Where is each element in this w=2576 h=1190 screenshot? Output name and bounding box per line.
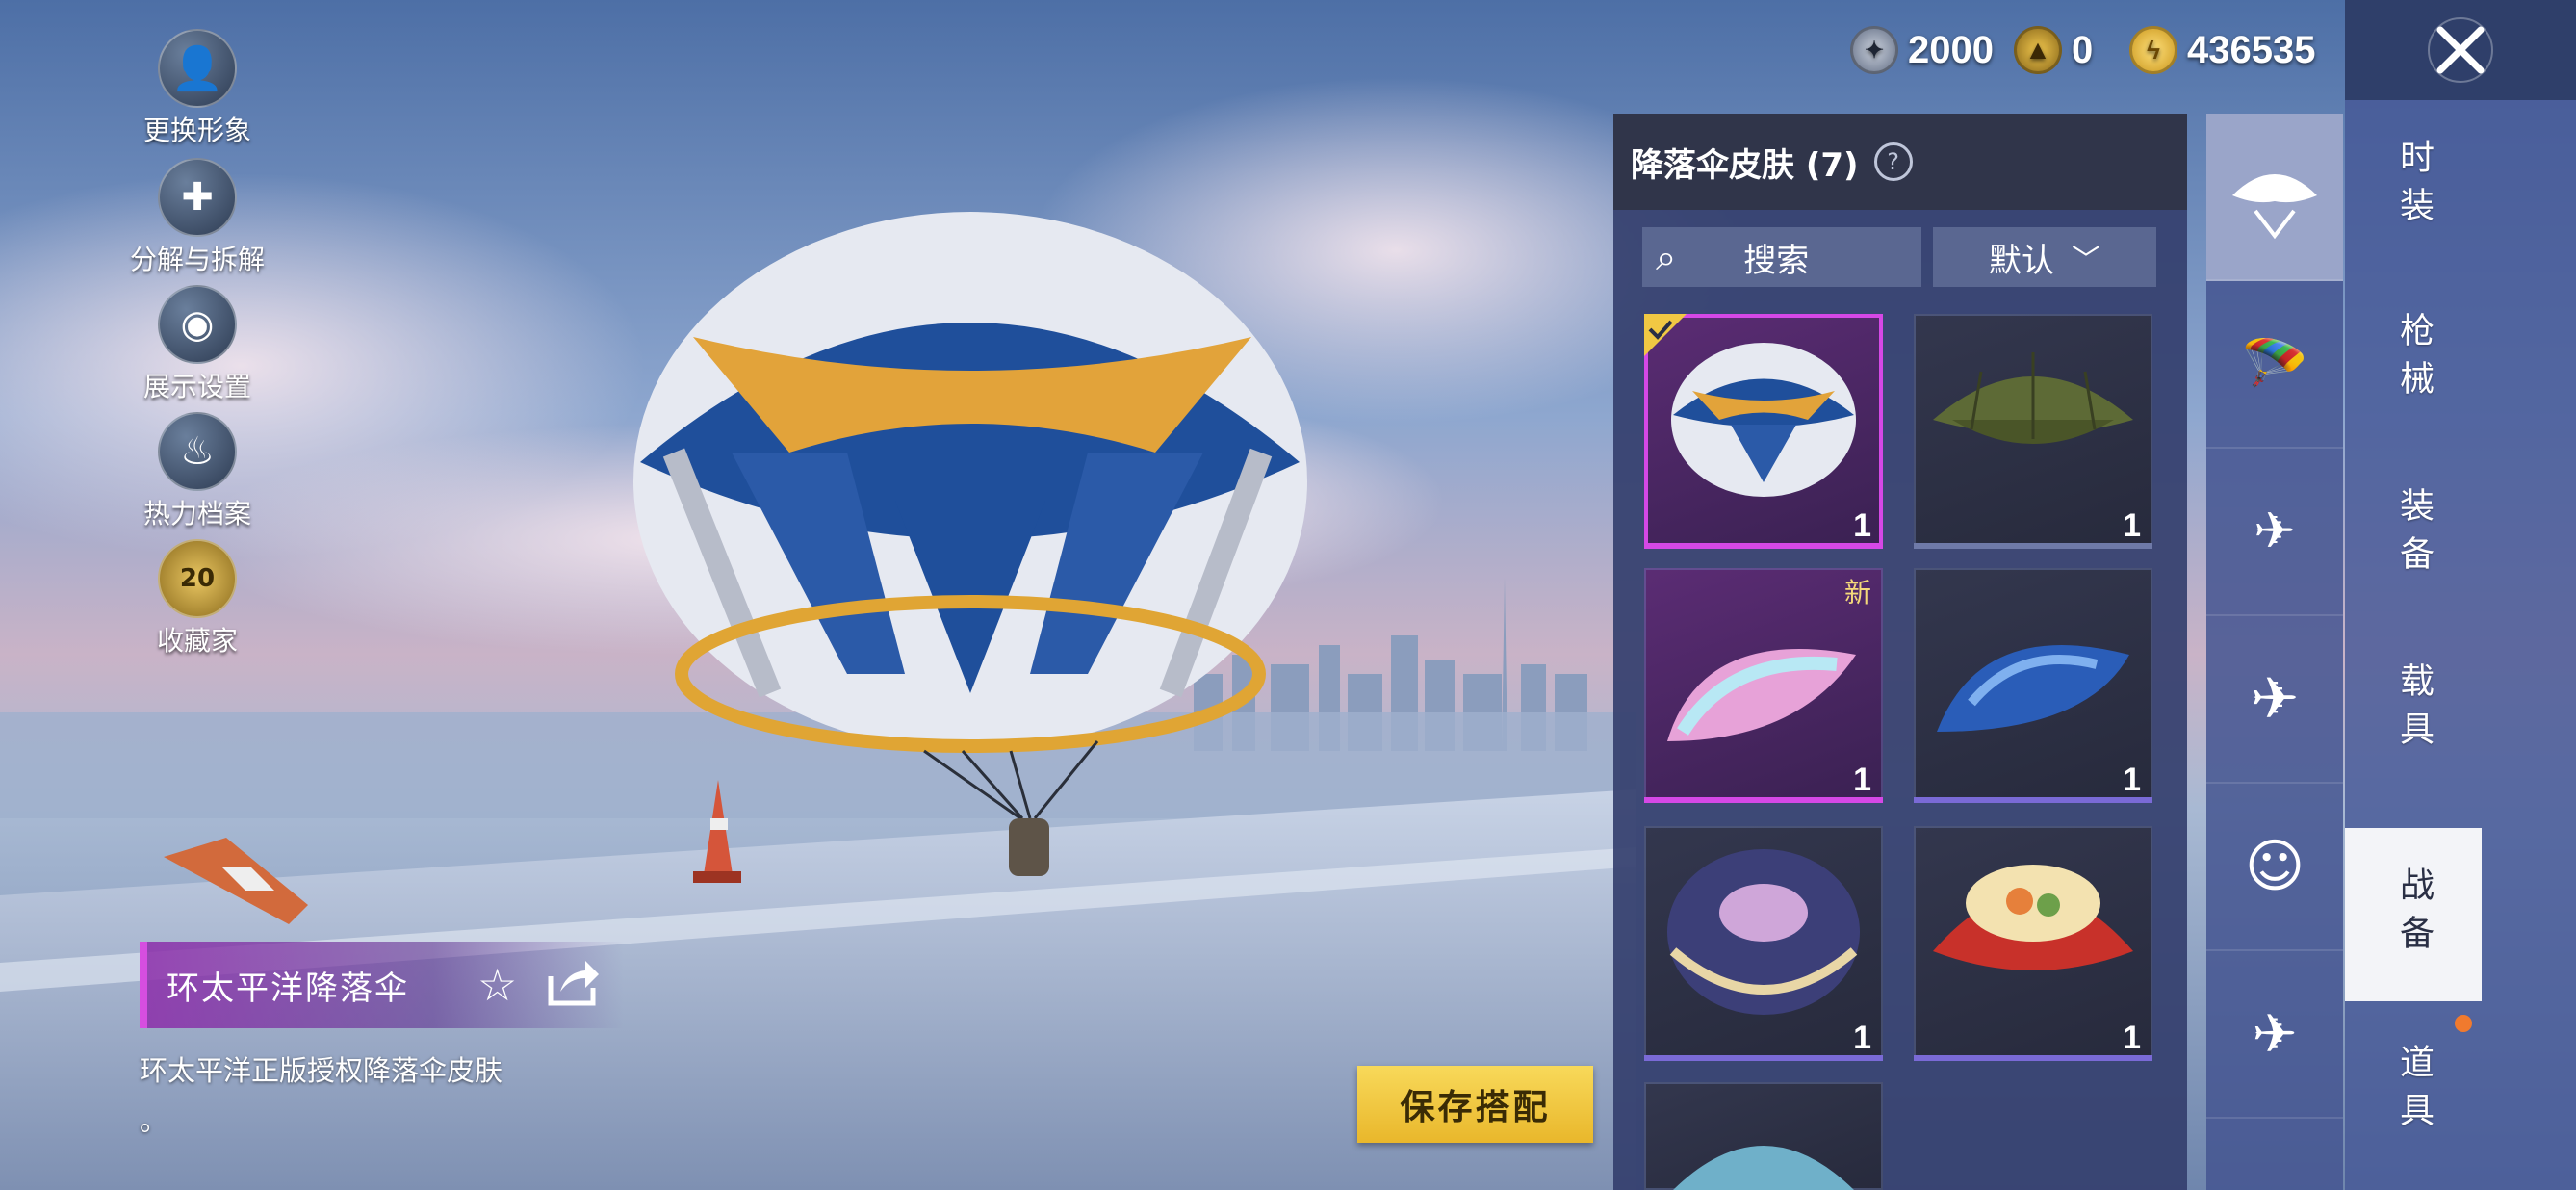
silver-value: 2000 bbox=[1908, 28, 1994, 71]
heat-archive-label: 热力档案 bbox=[142, 498, 251, 530]
collector-badge-icon: 20 bbox=[158, 539, 237, 618]
save-outfit-button[interactable]: 保存搭配 bbox=[1357, 1066, 1593, 1143]
blue-camo-parachute-icon bbox=[1937, 645, 2129, 732]
chevron-down-icon: ﹀ bbox=[2072, 244, 2100, 277]
parachute-panel: 降落伞皮肤 (7) ? ⌕ 搜索 默认 ﹀ 1 1 新 1 1 1 1 bbox=[1613, 114, 2187, 1190]
olive-parachute-icon bbox=[1933, 352, 2133, 444]
collector-level: 20 bbox=[179, 564, 216, 593]
star-icon: ☆ bbox=[477, 959, 518, 1011]
plane-icon: ✈ bbox=[2250, 665, 2300, 733]
item-count: 1 bbox=[2123, 1020, 2141, 1056]
drone-icon: ✈ bbox=[2254, 503, 2296, 560]
inventory-card-dragon-dome[interactable]: 1 bbox=[1644, 826, 1883, 1061]
silver-coin-icon: ✦ bbox=[1850, 26, 1898, 74]
change-avatar-button[interactable]: 👤 更换形象 bbox=[125, 29, 270, 148]
check-icon bbox=[1644, 314, 1687, 356]
tab-glider[interactable]: ✈ bbox=[2206, 951, 2343, 1119]
new-tag: 新 bbox=[1843, 577, 1871, 608]
sort-label: 默认 bbox=[1989, 241, 2054, 280]
decompose-label: 分解与拆解 bbox=[129, 244, 265, 275]
close-button[interactable] bbox=[2345, 0, 2576, 100]
rarity-bar bbox=[1914, 543, 2152, 549]
help-icon[interactable]: ? bbox=[1873, 142, 1913, 181]
inventory-card-blue-camo[interactable]: 1 bbox=[1914, 568, 2152, 803]
display-settings-label: 展示设置 bbox=[142, 371, 251, 402]
dragon-dome-parachute-icon bbox=[1667, 849, 1860, 1015]
item-count: 1 bbox=[1853, 762, 1871, 798]
item-count: 1 bbox=[2123, 507, 2141, 544]
puzzle-icon: ✚ bbox=[158, 158, 237, 237]
inventory-card-sushi[interactable]: 1 bbox=[1914, 826, 2152, 1061]
eye-icon: ◉ bbox=[158, 285, 237, 364]
tab-emote[interactable]: ☺ bbox=[2206, 784, 2343, 951]
tab-parachute[interactable] bbox=[2206, 114, 2343, 281]
search-input[interactable]: ⌕ 搜索 bbox=[1642, 227, 1921, 287]
item-count: 1 bbox=[1853, 507, 1871, 544]
item-description: 环太平洋正版授权降落伞皮肤 。 bbox=[140, 1046, 502, 1146]
tab-plane[interactable]: ✈ bbox=[2206, 616, 2343, 784]
tab-equipment[interactable]: 装备 bbox=[2345, 449, 2482, 622]
inventory-card-partial[interactable] bbox=[1644, 1082, 1883, 1190]
search-label: 搜索 bbox=[1743, 241, 1810, 280]
achievement-currency: ▲ 0 bbox=[2014, 21, 2093, 79]
sushi-parachute-icon bbox=[1933, 865, 2133, 970]
tab-drone[interactable]: ✈ bbox=[2206, 449, 2343, 616]
rarity-bar bbox=[1644, 1055, 1883, 1061]
collector-button[interactable]: 20 收藏家 bbox=[125, 539, 270, 659]
tab-fashion[interactable]: 时装 bbox=[2345, 100, 2482, 273]
display-settings-button[interactable]: ◉ 展示设置 bbox=[125, 285, 270, 404]
item-description-line: 。 bbox=[140, 1104, 168, 1137]
parachute-icon bbox=[2232, 174, 2317, 240]
skydiver-icon: 🪂 bbox=[2241, 333, 2308, 396]
rarity-bar bbox=[1914, 1055, 2152, 1061]
tab-vehicles[interactable]: 载具 bbox=[2345, 624, 2482, 797]
item-count: 1 bbox=[1853, 1020, 1871, 1056]
panel-title: 降落伞皮肤 (7) bbox=[1631, 145, 1859, 185]
collector-label: 收藏家 bbox=[156, 625, 238, 657]
rarity-bar bbox=[1914, 797, 2152, 803]
heat-archive-button[interactable]: ♨ 热力档案 bbox=[125, 412, 270, 531]
item-title: 环太平洋降落伞 bbox=[167, 969, 409, 1008]
parachute-icon bbox=[1673, 1146, 1854, 1190]
sort-dropdown[interactable]: 默认 ﹀ bbox=[1933, 227, 2156, 287]
favorite-button[interactable]: ☆ bbox=[477, 959, 517, 1011]
share-button[interactable] bbox=[547, 959, 601, 1011]
change-avatar-label: 更换形象 bbox=[142, 115, 251, 146]
search-icon: ⌕ bbox=[1656, 235, 1677, 278]
achievement-value: 0 bbox=[2072, 28, 2094, 71]
gold-value: 436535 bbox=[2187, 28, 2316, 71]
close-icon bbox=[2428, 17, 2493, 83]
avatar-icon: 👤 bbox=[158, 29, 237, 108]
gold-currency: ϟ 436535 bbox=[2129, 21, 2315, 79]
decompose-button[interactable]: ✚ 分解与拆解 bbox=[125, 158, 270, 277]
item-count: 1 bbox=[2123, 762, 2141, 798]
achievement-coin-icon: ▲ bbox=[2014, 26, 2062, 74]
subcategory-tabs: 🪂 ✈ ✈ ☺ ✈ bbox=[2206, 114, 2343, 1190]
inventory-card-olive[interactable]: 1 bbox=[1914, 314, 2152, 549]
tab-weapons[interactable]: 枪械 bbox=[2345, 273, 2482, 447]
item-description-line: 环太平洋正版授权降落伞皮肤 bbox=[140, 1054, 503, 1087]
notification-dot bbox=[2455, 1015, 2472, 1032]
gold-coin-icon: ϟ bbox=[2129, 26, 2177, 74]
panel-header: 降落伞皮肤 (7) ? bbox=[1613, 114, 2187, 210]
silver-currency: ✦ 2000 bbox=[1850, 21, 1994, 79]
inventory-card-pacific-rim[interactable]: 1 bbox=[1644, 314, 1883, 549]
rarity-bar bbox=[1644, 543, 1883, 549]
emote-icon: ☺ bbox=[2244, 833, 2306, 900]
share-icon bbox=[548, 961, 599, 1006]
flame-icon: ♨ bbox=[158, 412, 237, 491]
rarity-bar bbox=[1644, 797, 1883, 803]
inventory-card-pink-marble[interactable]: 新 1 bbox=[1644, 568, 1883, 803]
tab-skydiver[interactable]: 🪂 bbox=[2206, 281, 2343, 449]
tab-combat-gear[interactable]: 战备 bbox=[2345, 828, 2482, 1001]
glider-icon: ✈ bbox=[2252, 1002, 2298, 1066]
